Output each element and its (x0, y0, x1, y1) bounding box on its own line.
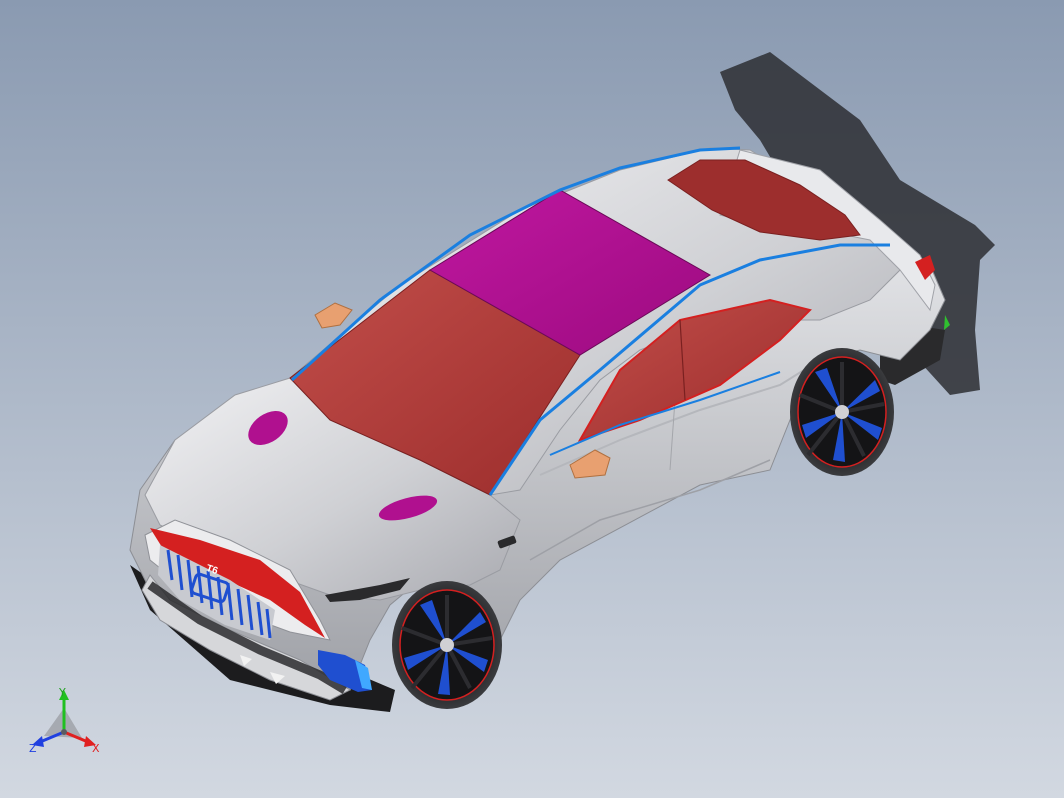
x-axis-label: X (92, 742, 100, 755)
rear-wheel (790, 348, 894, 476)
mirror-left (314, 302, 353, 329)
cad-viewport[interactable]: T6 Y X Z (0, 0, 1064, 798)
car-model-3d-view[interactable]: T6 (0, 0, 1064, 798)
front-wheel (392, 581, 502, 709)
axis-triad[interactable]: Y X Z (28, 686, 104, 756)
z-axis-label: Z (29, 742, 37, 755)
y-axis-label: Y (58, 686, 66, 699)
